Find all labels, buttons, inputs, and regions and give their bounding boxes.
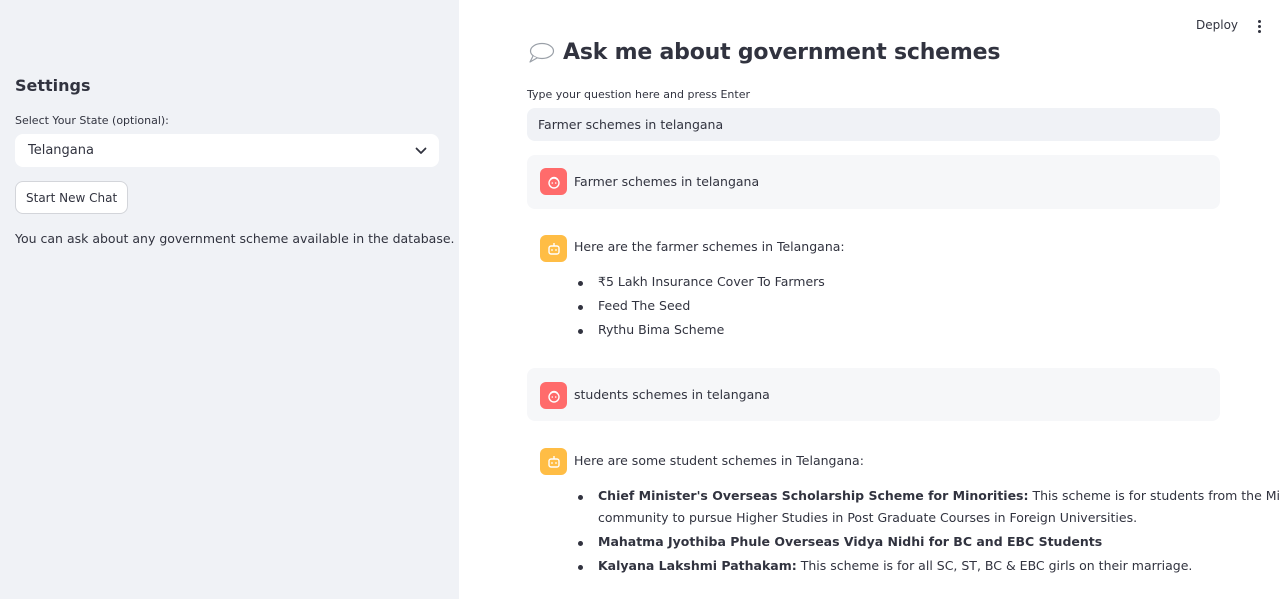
list-item: ₹5 Lakh Insurance Cover To Farmers <box>578 274 825 289</box>
list-item: Chief Minister's Overseas Scholarship Sc… <box>578 488 1280 503</box>
sidebar: Settings Select Your State (optional): T… <box>0 0 459 599</box>
list-item-continuation: community to pursue Higher Studies in Po… <box>598 510 1138 525</box>
chat-message-user: students schemes in telangana <box>527 368 1220 421</box>
chat-message-assistant: Here are some student schemes in Telanga… <box>527 435 1280 585</box>
scheme-name: Kalyana Lakshmi Pathakam: <box>598 558 797 573</box>
page-header: Ask me about government schemes <box>527 40 1000 65</box>
speech-bubble-icon <box>527 41 555 65</box>
chat-message-text: Farmer schemes in telangana <box>574 174 760 189</box>
chat-message-text: students schemes in telangana <box>574 387 770 402</box>
chevron-down-icon <box>415 147 427 155</box>
question-input[interactable] <box>527 108 1220 141</box>
robot-icon <box>540 235 567 262</box>
list-item: Rythu Bima Scheme <box>577 322 725 337</box>
list-item: Mahatma Jyothiba Phule Overseas Vidya Ni… <box>577 534 1103 549</box>
state-select-value: Telangana <box>28 143 94 158</box>
scheme-description: This scheme is for students from the Min… <box>1032 488 1280 503</box>
scheme-name: Mahatma Jyothiba Phule Overseas Vidya Ni… <box>598 534 1103 549</box>
user-face-icon <box>540 168 567 195</box>
page-title: Ask me about government schemes <box>563 40 1001 65</box>
sidebar-help-text: You can ask about any government scheme … <box>15 231 455 246</box>
chat-message-text: Here are the farmer schemes in Telangana… <box>574 239 845 254</box>
state-select[interactable]: Telangana <box>15 134 439 167</box>
vertical-ellipsis-icon[interactable] <box>1249 16 1269 36</box>
user-face-icon <box>540 382 567 409</box>
start-new-chat-button[interactable]: Start New Chat <box>15 181 129 214</box>
sidebar-title: Settings <box>15 76 91 95</box>
list-item: Feed The Seed <box>577 298 691 313</box>
chat-message-user: Farmer schemes in telangana <box>527 155 1220 209</box>
state-select-label: Select Your State (optional): <box>15 114 169 127</box>
robot-icon <box>540 448 567 475</box>
deploy-button[interactable]: Deploy <box>1196 18 1238 32</box>
question-input-label: Type your question here and press Enter <box>527 88 751 101</box>
chat-message-text: Here are some student schemes in Telanga… <box>574 453 864 468</box>
scheme-name: Chief Minister's Overseas Scholarship Sc… <box>598 488 1029 503</box>
list-item: Kalyana Lakshmi Pathakam: This scheme is… <box>577 558 1193 573</box>
chat-message-assistant: Here are the farmer schemes in Telangana… <box>527 222 1220 352</box>
scheme-description: This scheme is for all SC, ST, BC & EBC … <box>796 558 1193 573</box>
